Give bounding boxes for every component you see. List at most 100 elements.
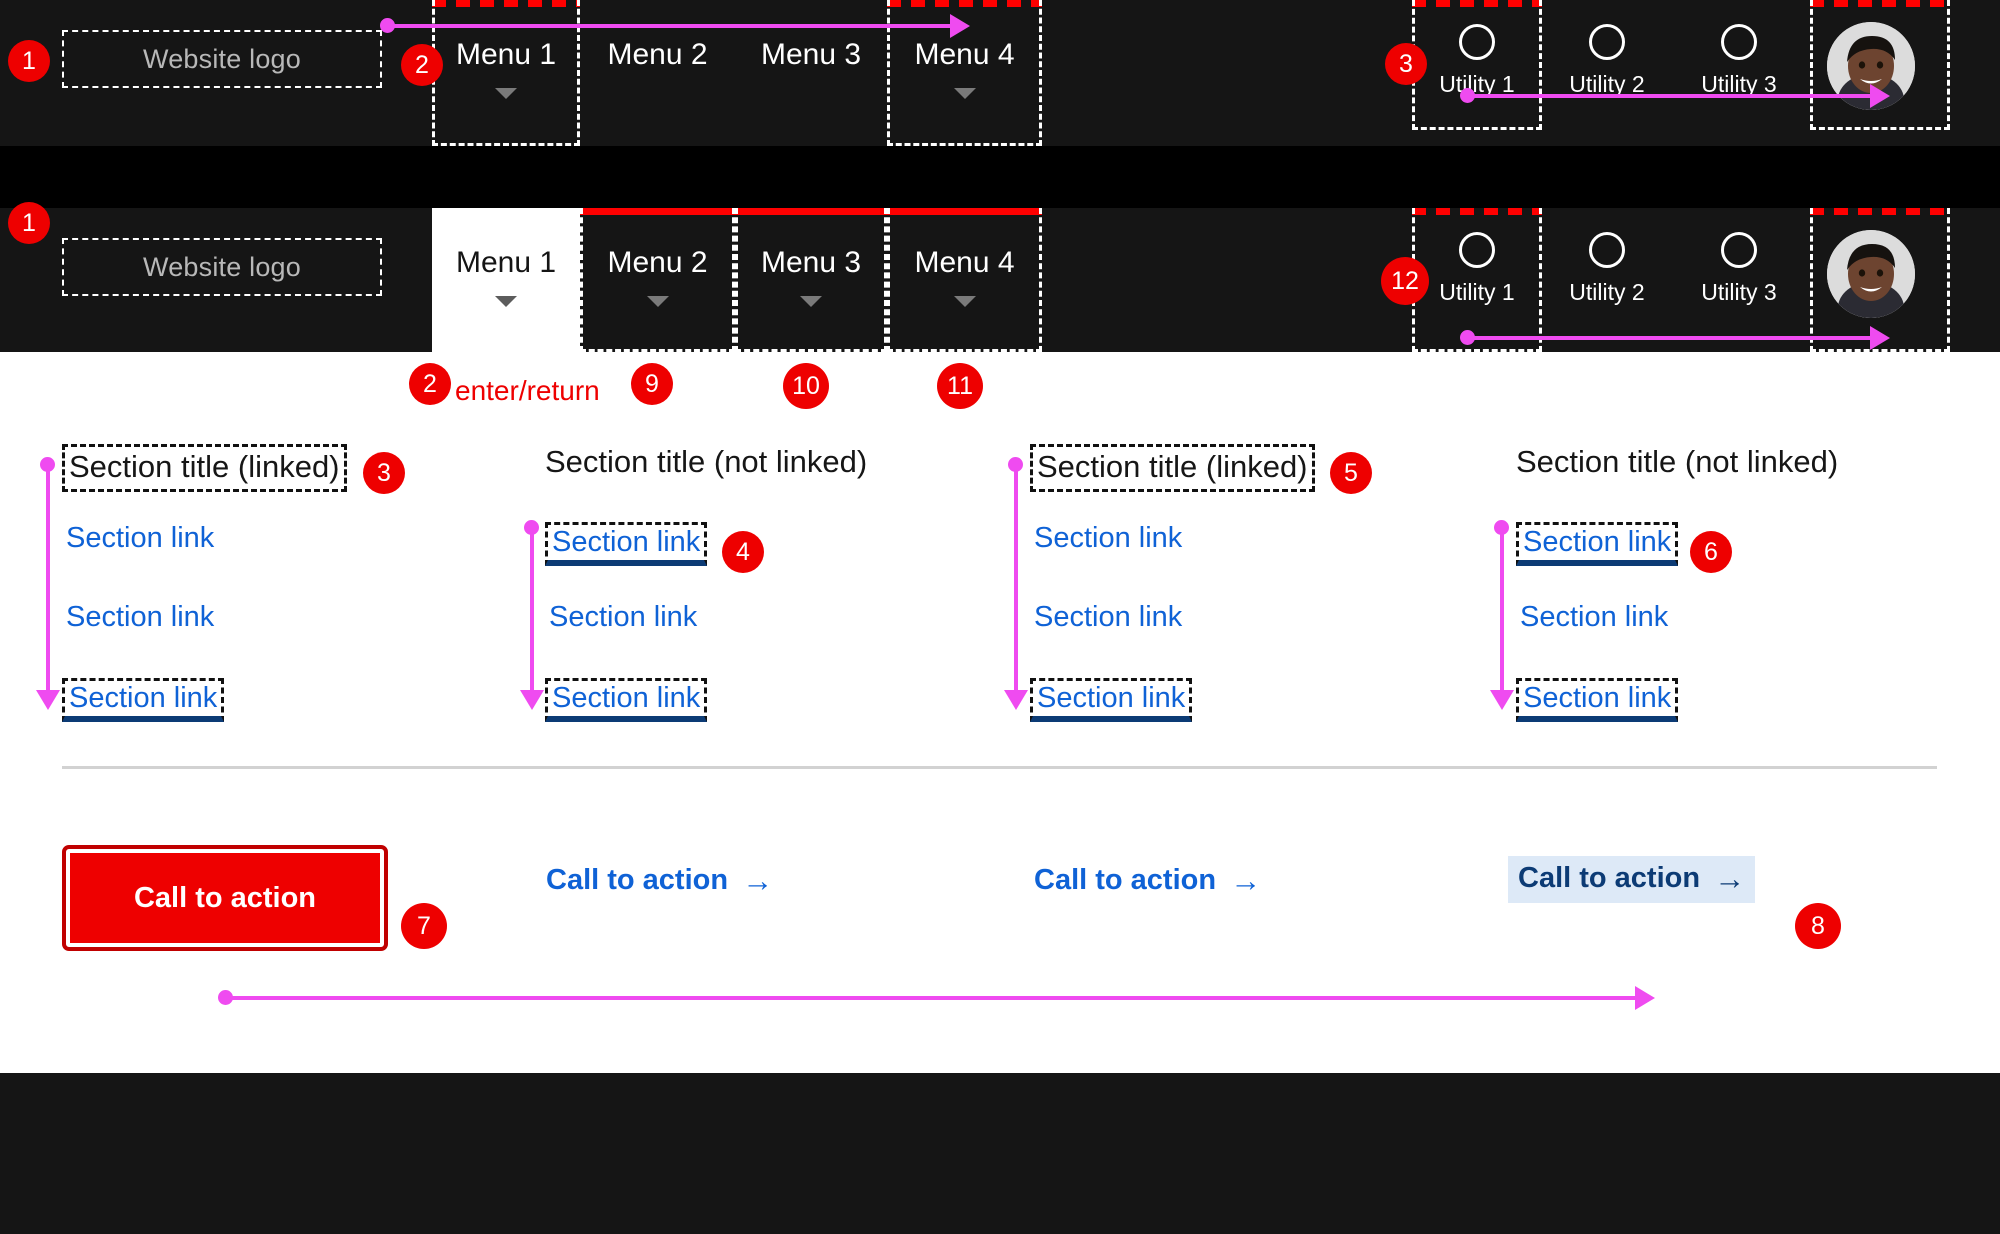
arrow-right-icon: → — [1230, 863, 1262, 898]
cta-link-3[interactable]: Call to action → — [1034, 864, 1261, 897]
mega-menu-panel: enter/return Section title (linked) Sect… — [0, 352, 2000, 1073]
key-hint-enter-return: enter/return — [455, 375, 600, 406]
nav-bottom-utility-3[interactable]: Utility 3 — [1674, 208, 1804, 352]
cta-link-3-label: Call to action — [1034, 864, 1217, 896]
badge-12-bottom: 12 — [1381, 257, 1429, 305]
panel-divider — [62, 766, 1937, 769]
focus-arrow-line-col3 — [1014, 464, 1018, 696]
badge-7-cta-primary: 7 — [401, 903, 447, 949]
circle-icon — [1589, 232, 1625, 268]
section-link-1-1[interactable]: Section link — [66, 522, 214, 555]
circle-icon — [1721, 232, 1757, 268]
website-logo-label: Website logo — [143, 43, 301, 74]
focus-top-bar-avatar — [1810, 0, 1950, 7]
separator-band — [0, 146, 2000, 208]
nav-bottom-menu-3[interactable]: Menu 3 — [735, 208, 887, 352]
nav-top-menu-2[interactable]: Menu 2 — [580, 0, 735, 115]
focus-arrow-line-utility — [1467, 94, 1877, 98]
website-logo-bottom[interactable]: Website logo — [62, 238, 382, 296]
focus-arrow-line-ctas — [225, 996, 1640, 1000]
nav-top-menu-1[interactable]: Menu 1 — [432, 0, 580, 115]
cta-link-2-label: Call to action — [546, 864, 729, 896]
nav-top-menu-3-label: Menu 3 — [760, 38, 862, 71]
section-link-1-3[interactable]: Section link — [62, 678, 225, 722]
section-link-3-1[interactable]: Section link — [1034, 522, 1182, 555]
focus-arrow-head-col1 — [36, 690, 60, 710]
nav-bottom-utility-3-label: Utility 3 — [1701, 279, 1777, 305]
section-link-3-2[interactable]: Section link — [1034, 601, 1182, 634]
badge-11-keyhint: 11 — [937, 363, 983, 409]
badge-2-keyhint: 2 — [409, 363, 451, 405]
section-link-1-2[interactable]: Section link — [66, 601, 214, 634]
circle-icon — [1721, 24, 1757, 60]
focus-arrow-line-utility-bottom — [1467, 336, 1877, 340]
badge-8-cta-link-4: 8 — [1795, 903, 1841, 949]
badge-6-section-link-4-1: 6 — [1690, 531, 1732, 573]
arrow-right-icon: → — [742, 863, 774, 898]
focus-arrow-head-utility-bottom — [1870, 326, 1890, 350]
focus-arrow-head-col3 — [1004, 690, 1028, 710]
badge-5-section-title-3: 5 — [1330, 452, 1372, 494]
chevron-down-icon — [800, 296, 822, 307]
navbar-bottom: Website logo Menu 1 Menu 2 Menu 3 Menu 4 — [0, 208, 2000, 352]
circle-icon — [1459, 24, 1495, 60]
focus-arrow-line-col4 — [1500, 527, 1504, 696]
nav-top-menu-1-label: Menu 1 — [455, 38, 557, 71]
nav-bottom-menu-4[interactable]: Menu 4 — [887, 208, 1042, 352]
focus-arrow-head-ctas — [1635, 986, 1655, 1010]
nav-bottom-menu-3-label: Menu 3 — [760, 246, 862, 279]
section-title-3[interactable]: Section title (linked) — [1030, 444, 1315, 492]
badge-10-keyhint: 10 — [783, 363, 829, 409]
section-link-2-3[interactable]: Section link — [545, 678, 708, 722]
section-link-2-1[interactable]: Section link — [545, 522, 708, 566]
section-link-4-2[interactable]: Section link — [1520, 601, 1668, 634]
section-link-2-2[interactable]: Section link — [549, 601, 697, 634]
focus-arrow-head-col4 — [1490, 690, 1514, 710]
circle-icon — [1589, 24, 1625, 60]
nav-bottom-menu-4-label: Menu 4 — [914, 246, 1015, 279]
nav-bottom-utility-2-label: Utility 2 — [1569, 279, 1645, 305]
cta-link-4[interactable]: Call to action → — [1508, 856, 1756, 903]
badge-3-top: 3 — [1385, 43, 1427, 85]
website-logo-top[interactable]: Website logo — [62, 30, 382, 88]
section-link-4-3[interactable]: Section link — [1516, 678, 1679, 722]
focus-arrow-line-col1 — [46, 464, 50, 696]
nav-top-menu-2-label: Menu 2 — [607, 38, 708, 71]
nav-top-menu-3[interactable]: Menu 3 — [735, 0, 887, 115]
nav-bottom-menu-1-label: Menu 1 — [455, 246, 557, 279]
chevron-down-icon — [953, 88, 976, 99]
section-link-3-3[interactable]: Section link — [1030, 678, 1193, 722]
arrow-right-icon: → — [1714, 861, 1746, 896]
nav-bottom-utility-2[interactable]: Utility 2 — [1542, 208, 1672, 352]
annotation-diagram: Website logo Menu 1 Menu 2 Menu 3 Menu 4 — [0, 0, 2000, 1234]
circle-icon — [1459, 232, 1495, 268]
chevron-down-icon — [646, 296, 669, 307]
focus-arrow-head-menus — [950, 14, 970, 38]
section-title-1[interactable]: Section title (linked) — [62, 444, 347, 492]
badge-1-bottom: 1 — [8, 202, 50, 244]
nav-top-menu-4-label: Menu 4 — [914, 38, 1015, 71]
chevron-down-icon — [495, 296, 517, 307]
focus-arrow-head-col2 — [520, 690, 544, 710]
section-link-4-1[interactable]: Section link — [1516, 522, 1679, 566]
navbar-top: Website logo Menu 1 Menu 2 Menu 3 Menu 4 — [0, 0, 2000, 146]
cta-link-2[interactable]: Call to action → — [546, 864, 773, 897]
cta-link-4-label: Call to action — [1518, 862, 1701, 894]
nav-bottom-menu-1[interactable]: Menu 1 — [432, 208, 580, 352]
badge-2-top: 2 — [401, 44, 443, 86]
chevron-down-icon — [953, 296, 976, 307]
section-title-2: Section title (not linked) — [545, 444, 868, 479]
focus-arrow-line-menus — [387, 24, 957, 28]
nav-bottom-menu-2[interactable]: Menu 2 — [580, 208, 735, 352]
badge-9-keyhint: 9 — [631, 363, 673, 405]
user-avatar-bottom[interactable] — [1827, 230, 1915, 318]
badge-4-section-link-2-1: 4 — [722, 531, 764, 573]
website-logo-label: Website logo — [143, 251, 301, 282]
section-title-4: Section title (not linked) — [1516, 444, 1839, 479]
focus-arrow-head-utility — [1870, 84, 1890, 108]
cta-primary-button[interactable]: Call to action — [62, 845, 388, 951]
focus-arrow-line-col2 — [530, 527, 534, 696]
badge-3-section-title-1: 3 — [363, 452, 405, 494]
nav-bottom-menu-2-label: Menu 2 — [607, 246, 708, 279]
nav-bottom-utility-1[interactable]: Utility 1 — [1412, 208, 1542, 352]
